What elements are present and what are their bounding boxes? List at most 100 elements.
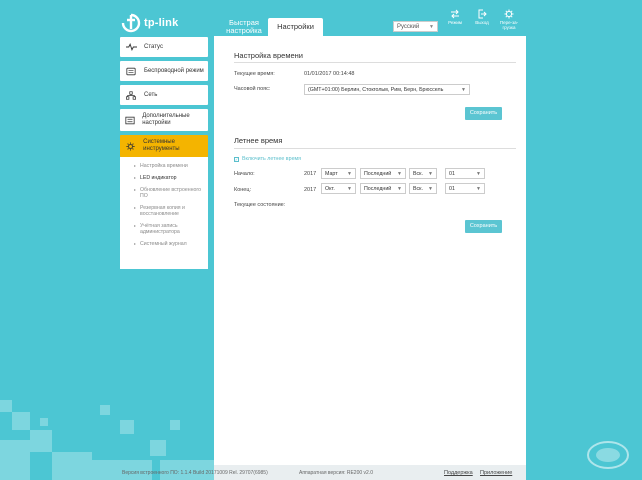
- mode-button-label: Режим: [448, 20, 462, 25]
- chevron-down-icon: ▼: [397, 170, 402, 177]
- mode-button[interactable]: Режим: [443, 9, 467, 25]
- dst-end-year: 2017: [304, 187, 317, 193]
- select-value: Последний: [364, 185, 392, 192]
- save-dst-button[interactable]: Сохранить: [465, 220, 502, 233]
- decor-pixel: [52, 452, 92, 480]
- dst-start-hour-select[interactable]: 01 ▼: [445, 168, 485, 179]
- dst-end-day-select[interactable]: Вск. ▼: [409, 183, 437, 194]
- sidebar-item-label: Беспроводной режим: [144, 67, 204, 74]
- gear-icon: [125, 141, 136, 151]
- tab-quick-setup[interactable]: Быстрая настройка: [222, 18, 266, 36]
- tp-link-logo-icon: [121, 13, 141, 33]
- current-time-label: Текущее время:: [234, 71, 275, 77]
- submenu-item-backup[interactable]: Резервная копия и восстановление: [120, 205, 208, 217]
- decor-pixel: [120, 420, 134, 434]
- main-panel: Настройка времени Текущее время: 01/01/2…: [214, 36, 526, 476]
- select-value: Вск.: [413, 170, 423, 177]
- dst-start-day-select[interactable]: Вск. ▼: [409, 168, 437, 179]
- timezone-label: Часовой пояс:: [234, 86, 271, 92]
- dst-end-hour-select[interactable]: 01 ▼: [445, 183, 485, 194]
- decor-pixel: [12, 412, 30, 430]
- chevron-down-icon: ▼: [429, 23, 434, 30]
- save-time-button[interactable]: Сохранить: [465, 107, 502, 120]
- support-link[interactable]: Поддержка: [444, 470, 473, 476]
- sidebar-item-network[interactable]: Сеть: [120, 85, 208, 105]
- sidebar-item-wireless[interactable]: Беспроводной режим: [120, 61, 208, 81]
- chevron-down-icon: ▼: [428, 170, 433, 177]
- logout-button-label: Выход: [475, 20, 489, 25]
- decor-pixel: [170, 420, 180, 430]
- firmware-version: Версия встроенного ПО: 1.1.4 Build 20171…: [122, 470, 268, 476]
- chevron-down-icon: ▼: [476, 185, 481, 192]
- select-value: 01: [449, 185, 455, 192]
- decor-pixel: [150, 440, 166, 456]
- select-value: Последний: [364, 170, 392, 177]
- dst-start-year: 2017: [304, 171, 317, 177]
- hardware-version: Аппаратная версия: RE200 v2.0: [299, 470, 373, 476]
- sidebar-item-label: Дополнительные настройки: [142, 113, 190, 126]
- language-value: Русский: [397, 23, 420, 30]
- brand-name: tp-link: [144, 17, 179, 29]
- sidebar: Статус Беспроводной режим Сеть Дополните…: [120, 37, 208, 269]
- chevron-down-icon: ▼: [476, 170, 481, 177]
- dst-end-week-select[interactable]: Последний ▼: [360, 183, 406, 194]
- reboot-button-label: Пере-за-грузка: [499, 20, 519, 30]
- chevron-down-icon: ▼: [347, 170, 352, 177]
- sidebar-item-label: Статус: [144, 43, 163, 50]
- pulse-icon: [125, 42, 137, 52]
- reboot-gear-icon: [504, 9, 514, 19]
- sidebar-item-advanced[interactable]: Дополнительные настройки: [120, 109, 208, 131]
- checkmark-icon: ✓: [234, 156, 239, 162]
- select-value: Окт.: [325, 185, 335, 192]
- section-title-dst: Летнее время: [234, 136, 283, 145]
- section-title-time: Настройка времени: [234, 51, 303, 60]
- dst-end-label: Конец:: [234, 187, 252, 193]
- select-value: 01: [449, 170, 455, 177]
- tp-link-logo: tp-link: [121, 13, 178, 33]
- decor-pixel: [100, 405, 110, 415]
- wifi-icon: [125, 66, 137, 76]
- select-value: Март: [325, 170, 338, 177]
- dst-end-month-select[interactable]: Окт. ▼: [321, 183, 356, 194]
- dst-start-week-select[interactable]: Последний ▼: [360, 168, 406, 179]
- divider: [234, 62, 516, 63]
- watermark-logo: [587, 441, 629, 469]
- submenu-item-time[interactable]: Настройка времени: [120, 163, 208, 169]
- tab-settings[interactable]: Настройки: [268, 18, 323, 36]
- app-link[interactable]: Приложение: [480, 470, 512, 476]
- enable-dst-label: Включить летнее время: [242, 156, 302, 162]
- submenu-item-led[interactable]: LED индикатор: [120, 175, 208, 181]
- decor-pixel: [0, 400, 12, 412]
- timezone-select[interactable]: (GMT+01:00) Берлин, Стокгольм, Рим, Берн…: [304, 84, 470, 95]
- divider: [234, 148, 516, 149]
- chevron-down-icon: ▼: [428, 185, 433, 192]
- logout-button[interactable]: Выход: [470, 9, 494, 25]
- sidebar-item-status[interactable]: Статус: [120, 37, 208, 57]
- decor-pixel: [0, 440, 30, 480]
- logout-icon: [478, 9, 487, 19]
- sliders-icon: [125, 115, 135, 125]
- decor-pixel: [30, 430, 52, 452]
- reboot-button[interactable]: Пере-за-грузка: [497, 9, 521, 30]
- submenu-item-firmware[interactable]: Обновление встроенного ПО: [120, 187, 208, 199]
- submenu-item-log[interactable]: Системный журнал: [120, 241, 208, 247]
- timezone-value: (GMT+01:00) Берлин, Стокгольм, Рим, Берн…: [308, 86, 444, 93]
- chevron-down-icon: ▼: [347, 185, 352, 192]
- submenu-item-admin[interactable]: Учётная запись администратора: [120, 223, 208, 235]
- swap-arrows-icon: [451, 9, 459, 19]
- dst-start-label: Начало:: [234, 171, 255, 177]
- chevron-down-icon: ▼: [397, 185, 402, 192]
- sidebar-item-system-tools[interactable]: Системные инструменты: [120, 135, 208, 157]
- enable-dst-checkbox[interactable]: ✓ Включить летнее время: [234, 156, 301, 162]
- system-tools-submenu: Настройка времени LED индикатор Обновлен…: [120, 157, 208, 269]
- current-time-value: 01/01/2017 00:14:48: [304, 71, 355, 77]
- sidebar-item-label: Системные инструменты: [143, 139, 180, 152]
- dst-start-month-select[interactable]: Март ▼: [321, 168, 356, 179]
- sidebar-item-label: Сеть: [144, 91, 158, 98]
- language-select[interactable]: Русский ▼: [393, 21, 438, 32]
- select-value: Вск.: [413, 185, 423, 192]
- chevron-down-icon: ▼: [461, 86, 466, 93]
- network-icon: [125, 90, 137, 100]
- decor-pixel: [40, 418, 48, 426]
- dst-status-label: Текущее состояние:: [234, 202, 286, 208]
